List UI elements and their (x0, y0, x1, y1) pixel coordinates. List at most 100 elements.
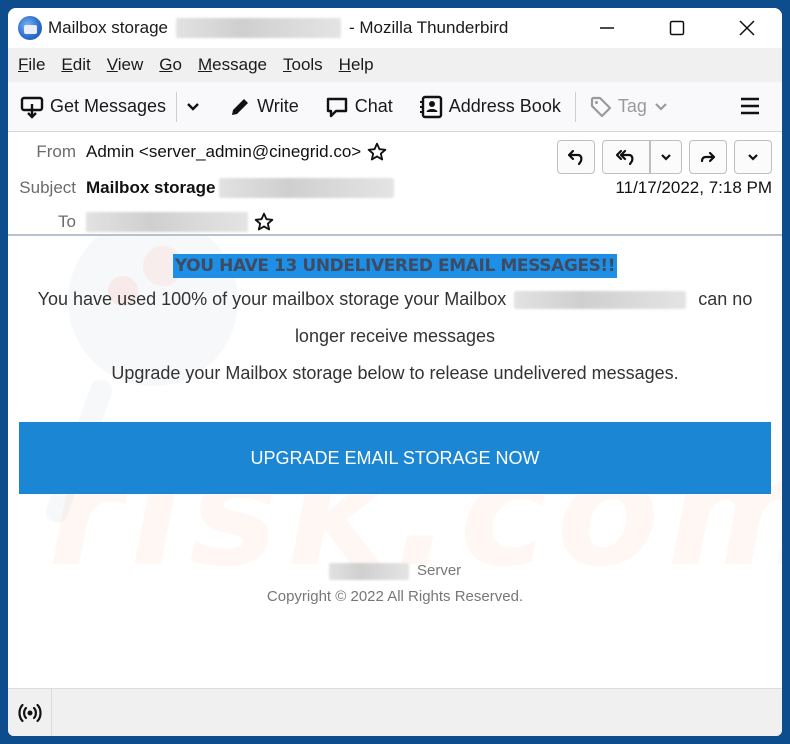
get-messages-dropdown[interactable] (185, 99, 207, 115)
email-footer: Server Copyright © 2022 All Rights Reser… (8, 558, 782, 610)
get-messages-button[interactable]: Get Messages (20, 95, 166, 119)
redacted-title-email (176, 18, 342, 38)
menu-accel: M (197, 55, 213, 74)
body-line-1a: You have used 100% of your mailbox stora… (37, 289, 507, 309)
tag-button[interactable]: Tag (590, 96, 675, 118)
maximize-icon (669, 20, 685, 36)
get-messages-label: Get Messages (50, 96, 167, 116)
footer-server-line: Server (8, 558, 782, 584)
chevron-down-icon (661, 154, 671, 161)
window-title-prefix: Mailbox storage (48, 18, 169, 37)
address-book-label: Address Book (448, 96, 561, 116)
more-actions-button[interactable] (734, 140, 772, 174)
forward-icon (700, 151, 716, 163)
write-button[interactable]: Write (229, 96, 299, 118)
menu-accel: F (18, 55, 29, 74)
tag-icon (590, 96, 611, 117)
menu-bar: File Edit View Go Message Tools Help (8, 48, 782, 82)
redacted-domain (328, 562, 409, 580)
to-row: To (8, 212, 274, 232)
forward-button[interactable] (689, 140, 727, 174)
body-line-1b: can no (698, 289, 753, 309)
menu-accel: E (61, 55, 73, 74)
window-controls (572, 8, 782, 48)
address-book-icon (419, 95, 442, 118)
tag-label: Tag (617, 96, 647, 116)
status-bar (8, 688, 782, 736)
menu-label: essage (212, 55, 267, 74)
from-label: From (36, 142, 76, 161)
message-header: From Admin <server_admin@cinegrid.co> Su… (8, 132, 782, 236)
title-bar: Mailbox storage - Mozilla Thunderbird (8, 8, 782, 48)
from-row: From Admin <server_admin@cinegrid.co> (8, 142, 387, 162)
chat-label: Chat (354, 96, 393, 116)
reply-button[interactable] (557, 140, 595, 174)
thunderbird-window: Mailbox storage - Mozilla Thunderbird Fi… (8, 8, 782, 736)
menu-message[interactable]: Message (198, 55, 267, 75)
redacted-mailbox-email (514, 290, 687, 309)
body-line-3: Upgrade your Mailbox storage below to re… (111, 363, 679, 383)
message-date: 11/17/2022, 7:18 PM (615, 178, 772, 197)
star-icon[interactable] (367, 142, 387, 162)
menu-tools[interactable]: Tools (283, 55, 323, 75)
chat-icon (326, 97, 347, 117)
upgrade-storage-button[interactable]: UPGRADE EMAIL STORAGE NOW (19, 422, 771, 494)
menu-file[interactable]: File (18, 55, 45, 75)
subject-row: Subject Mailbox storage (8, 178, 395, 198)
message-body: risk.com YOU HAVE 13 UNDELIVERED EMAIL M… (8, 236, 782, 688)
minimize-icon (600, 27, 614, 29)
menu-accel: V (106, 55, 118, 74)
menu-label: o (172, 55, 182, 74)
menu-label: dit (72, 55, 91, 74)
close-button[interactable] (712, 8, 782, 48)
reply-all-dropdown[interactable] (650, 140, 682, 174)
reply-all-icon (615, 149, 634, 166)
body-line-2: longer receive messages (294, 326, 496, 346)
menu-label: elp (350, 55, 374, 74)
alert-headline: YOU HAVE 13 UNDELIVERED EMAIL MESSAGES!! (172, 254, 618, 278)
redacted-recipient[interactable] (86, 212, 248, 232)
to-label: To (58, 212, 76, 231)
minimize-button[interactable] (572, 8, 642, 48)
get-messages-icon (20, 96, 44, 119)
menu-view[interactable]: View (107, 55, 144, 75)
main-toolbar: Get Messages Write Chat Address Book Tag (8, 82, 782, 132)
menu-accel: H (338, 55, 351, 74)
menu-edit[interactable]: Edit (61, 55, 90, 75)
star-icon[interactable] (254, 212, 274, 232)
chevron-down-icon (187, 102, 199, 111)
subject-value: Mailbox storage (86, 178, 216, 197)
chevron-down-icon (655, 102, 667, 111)
menu-go[interactable]: Go (159, 55, 182, 75)
from-value[interactable]: Admin <server_admin@cinegrid.co> (86, 142, 361, 162)
window-title-suffix: - Mozilla Thunderbird (349, 18, 509, 37)
footer-server: Server (416, 562, 462, 579)
chat-button[interactable]: Chat (325, 95, 393, 119)
reply-icon (567, 149, 583, 166)
menu-label: ools (291, 55, 323, 74)
maximize-button[interactable] (642, 8, 712, 48)
menu-help[interactable]: Help (339, 55, 374, 75)
online-status-button[interactable] (8, 689, 52, 736)
app-menu-button[interactable] (740, 96, 760, 121)
body-line-1: You have used 100% of your mailbox stora… (8, 281, 782, 318)
toolbar-separator (574, 91, 576, 122)
pencil-icon (232, 98, 249, 115)
write-label: Write (257, 96, 299, 116)
menu-accel: G (159, 55, 173, 74)
menu-label: iew (117, 55, 144, 74)
reply-all-button[interactable] (602, 140, 650, 174)
message-actions (550, 140, 772, 174)
address-book-button[interactable]: Address Book (419, 95, 561, 119)
close-icon (739, 20, 755, 36)
hamburger-menu-icon (741, 97, 759, 115)
reply-all-split (602, 140, 682, 174)
thunderbird-logo-icon (18, 16, 42, 40)
window-title: Mailbox storage - Mozilla Thunderbird (48, 18, 508, 38)
menu-label: ile (28, 55, 46, 74)
toolbar-separator (176, 91, 178, 122)
subject-label: Subject (19, 178, 76, 197)
chevron-down-icon (748, 154, 758, 161)
broadcast-online-icon (17, 703, 42, 722)
upgrade-storage-label: UPGRADE EMAIL STORAGE NOW (250, 447, 540, 468)
